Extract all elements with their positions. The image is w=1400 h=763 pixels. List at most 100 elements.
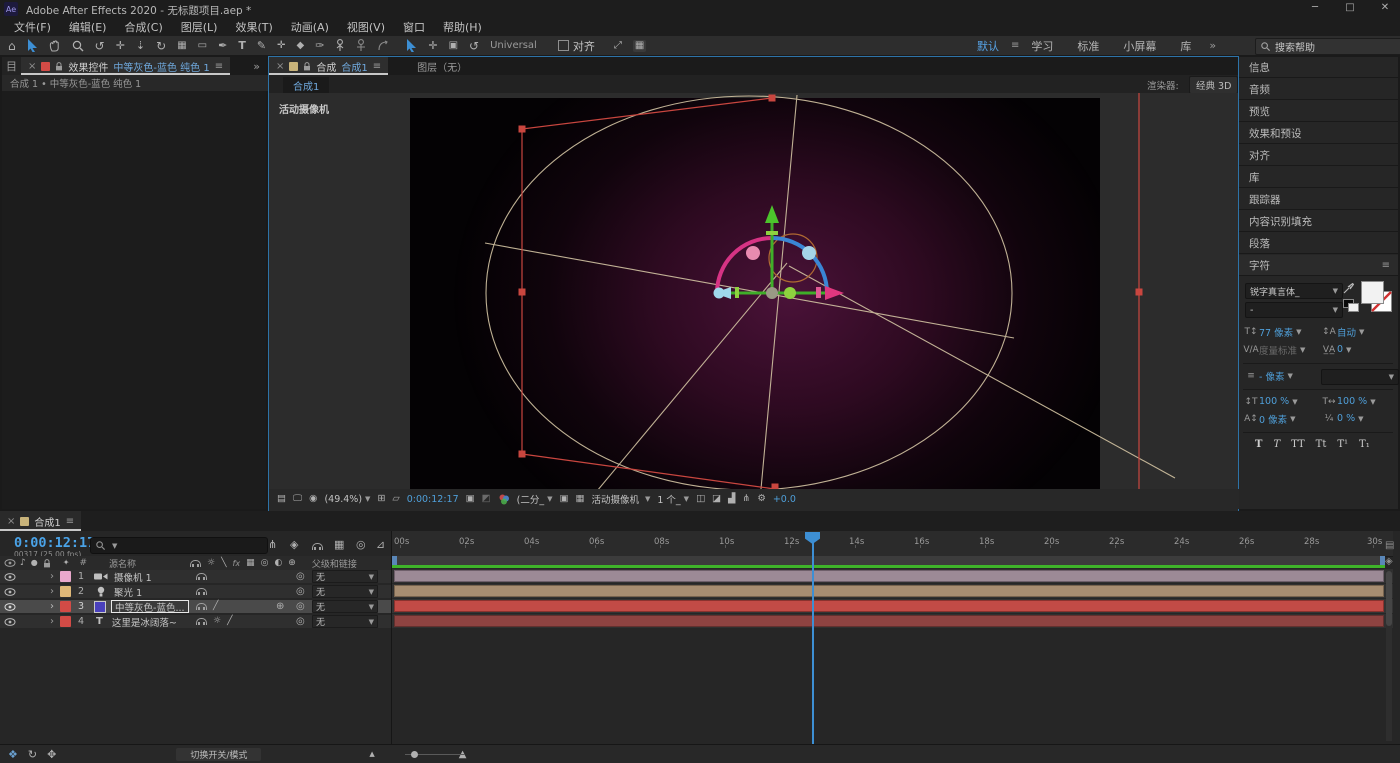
- axis-mode-arrow-icon[interactable]: [406, 39, 417, 52]
- rotation-tool-icon[interactable]: ↻: [156, 40, 166, 52]
- parent-dropdown[interactable]: 无▼: [312, 570, 378, 583]
- fill-color-swatch[interactable]: [1361, 281, 1384, 304]
- shy-switch-icon[interactable]: [196, 588, 207, 595]
- lock-icon[interactable]: [55, 62, 63, 71]
- tracking-control[interactable]: V̲A̲ 0▼: [1321, 343, 1351, 356]
- clone-stamp-tool-icon[interactable]: ✛: [277, 41, 285, 51]
- layer-bar-text[interactable]: [394, 615, 1384, 627]
- viewer-timecode[interactable]: 0:00:12:17: [407, 494, 459, 505]
- layer-row-1[interactable]: › 1 摄像机 1 ◎ 无▼: [0, 570, 391, 583]
- view-layout-dropdown[interactable]: 1 个_▼: [657, 492, 689, 506]
- layer-row-2[interactable]: › 2 聚光 1 ◎ 无▼: [0, 585, 391, 598]
- rectangle-tool-icon[interactable]: ▭: [198, 41, 207, 51]
- snap-toggle[interactable]: 对齐: [558, 38, 595, 54]
- vertical-scale-control[interactable]: ↕T 100 %▼: [1243, 395, 1298, 408]
- collapse-switch-icon[interactable]: ☼: [213, 617, 221, 626]
- kerning-control[interactable]: V∕A 度量标准▼: [1243, 343, 1305, 356]
- frame-blend-icon[interactable]: ▦: [334, 539, 344, 550]
- layer-label-chip[interactable]: [60, 601, 71, 612]
- shy-switch-icon[interactable]: [196, 618, 207, 625]
- gizmo-z-handle[interactable]: [714, 288, 725, 299]
- puppet-bend-pin-tool-icon[interactable]: [377, 40, 389, 52]
- selection-tool-icon[interactable]: [27, 39, 38, 52]
- faux-bold-button[interactable]: T: [1255, 439, 1262, 450]
- channels-icon[interactable]: [498, 493, 510, 505]
- layer-viewer-tab[interactable]: 图层（无）: [410, 57, 474, 75]
- menu-help[interactable]: 帮助(H): [435, 19, 490, 35]
- pixel-aspect-icon[interactable]: ◫: [696, 494, 705, 504]
- panel-audio[interactable]: 音频: [1239, 79, 1398, 100]
- workspace-standard[interactable]: 标准: [1065, 38, 1111, 54]
- superscript-button[interactable]: T¹: [1337, 439, 1348, 450]
- eye-icon[interactable]: [4, 603, 16, 611]
- brush-tool-icon[interactable]: ✎: [257, 40, 266, 51]
- horizontal-scale-control[interactable]: T↔ 100 %▼: [1321, 395, 1376, 408]
- composition-tab[interactable]: × 合成 合成1 ≡: [269, 57, 388, 75]
- parent-link-column-header[interactable]: 父级和链接: [312, 557, 357, 570]
- workspace-default[interactable]: 默认: [965, 38, 1011, 54]
- close-tab-icon[interactable]: ×: [276, 61, 284, 72]
- expand-arrow-icon[interactable]: ›: [50, 572, 54, 582]
- timeline-search-box[interactable]: ▼: [90, 537, 268, 554]
- parent-pickwhip-icon[interactable]: ◎: [296, 587, 305, 597]
- home-tool-icon[interactable]: ⌂: [8, 40, 16, 52]
- layer-name[interactable]: 中等灰色-蓝色...: [115, 600, 185, 614]
- lock-icon[interactable]: [303, 62, 311, 71]
- tsume-control[interactable]: ¼ 0 %▼: [1321, 412, 1363, 425]
- parent-pickwhip-icon[interactable]: ◎: [296, 602, 305, 612]
- timeline-track-area[interactable]: 00s 02s 04s 06s 08s 10s 12s 14s 16s 18s …: [391, 531, 1393, 744]
- snap-mask-icon[interactable]: ▦: [633, 40, 646, 52]
- panel-info[interactable]: 信息: [1239, 57, 1398, 78]
- effect-controls-tab[interactable]: × 效果控件 中等灰色-蓝色 纯色 1 ≡: [21, 57, 230, 75]
- panel-menu-icon[interactable]: ≡: [373, 61, 381, 72]
- eye-icon[interactable]: [4, 618, 16, 626]
- time-ruler[interactable]: 00s 02s 04s 06s 08s 10s 12s 14s 16s 18s …: [392, 531, 1393, 557]
- refresh-icon[interactable]: ↻: [28, 749, 37, 760]
- snap-checkbox[interactable]: [558, 40, 569, 51]
- gizmo-rotate-x-handle[interactable]: [746, 246, 760, 260]
- view-dropdown[interactable]: 活动摄像机▼: [591, 492, 650, 506]
- layer-name[interactable]: 摄像机 1: [114, 570, 152, 584]
- graph-editor-icon[interactable]: ⊿: [376, 539, 385, 550]
- panel-paragraph[interactable]: 段落: [1239, 233, 1398, 254]
- expand-arrow-icon[interactable]: ›: [50, 602, 54, 612]
- panel-content-aware-fill[interactable]: 内容识别填充: [1239, 211, 1398, 232]
- parent-dropdown[interactable]: 无▼: [312, 615, 378, 628]
- shy-switch-icon[interactable]: [196, 603, 207, 610]
- hand-tool-icon[interactable]: [49, 40, 61, 52]
- panel-menu-icon[interactable]: ≡: [215, 61, 223, 72]
- subscript-button[interactable]: T₁: [1359, 439, 1370, 450]
- layer-label-chip[interactable]: [60, 571, 71, 582]
- toggle-switches-modes-button[interactable]: 切换开关/模式: [176, 748, 261, 761]
- roto-brush-tool-icon[interactable]: ✑: [315, 40, 324, 51]
- eraser-tool-icon[interactable]: ◆: [296, 41, 304, 51]
- magnification-dropdown[interactable]: (49.4%)▼: [324, 494, 370, 505]
- gizmo-center-handle[interactable]: [766, 287, 778, 299]
- parent-pickwhip-icon[interactable]: ◎: [296, 572, 305, 582]
- puppet-pin-tool-icon[interactable]: [335, 39, 345, 52]
- timeline-graph-icon[interactable]: ▟: [728, 494, 735, 504]
- resolution-dropdown[interactable]: (二分_▼: [517, 492, 553, 506]
- exposure-value[interactable]: +0.0: [773, 494, 796, 505]
- layer-label-chip[interactable]: [60, 616, 71, 627]
- layer-bar-light[interactable]: [394, 585, 1384, 597]
- dolly-camera-tool-icon[interactable]: ⇣: [136, 40, 145, 51]
- always-preview-icon[interactable]: ▤: [277, 494, 286, 504]
- menu-window[interactable]: 窗口: [395, 19, 433, 35]
- threed-switch-icon[interactable]: ⊕: [276, 602, 284, 612]
- close-tab-icon[interactable]: ×: [7, 516, 15, 527]
- zoom-slider-thumb[interactable]: [411, 751, 418, 758]
- renderer-button[interactable]: 经典 3D: [1189, 76, 1238, 94]
- layer-row-3-selected[interactable]: › 3 中等灰色-蓝色... ╱ ⊕ ◎ 无▼: [0, 600, 391, 613]
- workspace-small-screen[interactable]: 小屏幕: [1111, 38, 1168, 54]
- minimize-button[interactable]: ─: [1305, 3, 1325, 13]
- workspace-default-menu-icon[interactable]: ≡: [1011, 40, 1019, 51]
- pan-camera-tool-icon[interactable]: ✛: [116, 40, 125, 51]
- current-timecode[interactable]: 0:00:12:17: [14, 535, 95, 551]
- view-axis-mode-icon[interactable]: ▣: [449, 41, 458, 51]
- transparency-grid-icon[interactable]: ▦: [575, 494, 584, 504]
- layer-name[interactable]: 这里是冰阔落~: [112, 615, 177, 629]
- gizmo-y-tick[interactable]: [766, 231, 778, 235]
- small-caps-button[interactable]: Tt: [1316, 439, 1327, 450]
- comp-button-icon[interactable]: ◈: [1385, 557, 1393, 567]
